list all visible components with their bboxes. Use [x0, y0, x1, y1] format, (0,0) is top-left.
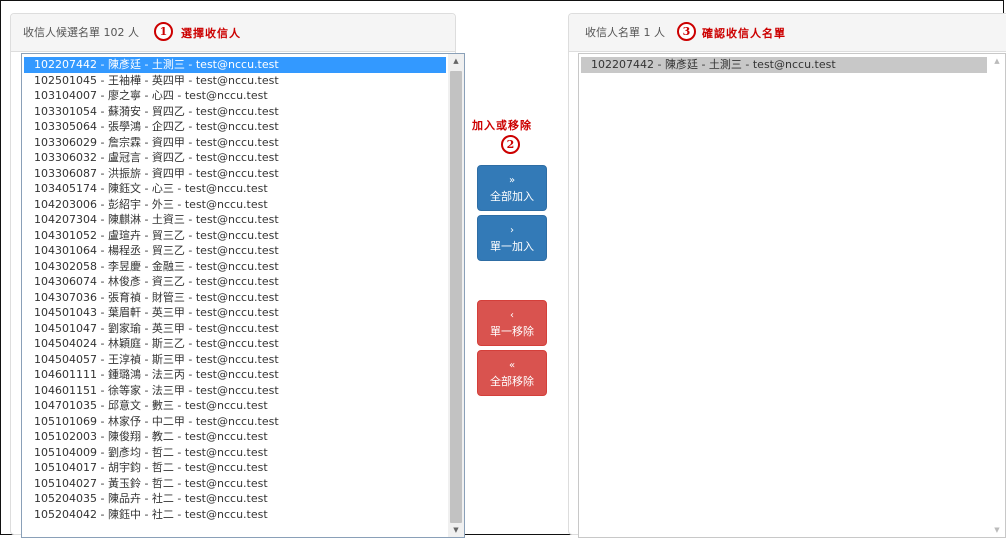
list-item[interactable]: 105204042 - 陳鈺中 - 社二 - test@nccu.test	[24, 507, 446, 523]
list-item[interactable]: 103405174 - 陳鈺文 - 心三 - test@nccu.test	[24, 181, 446, 197]
recipient-panel-header: 收信人名單 1 人 3 確認收信人名單	[569, 14, 1006, 52]
remove-all-label: 全部移除	[490, 375, 534, 388]
list-item[interactable]: 104301064 - 楊程丞 - 貿三乙 - test@nccu.test	[24, 243, 446, 259]
scroll-up-icon[interactable]: ▲	[989, 54, 1005, 68]
list-item[interactable]: 105104017 - 胡宇鈞 - 哲二 - test@nccu.test	[24, 460, 446, 476]
list-item[interactable]: 104302058 - 李昱慶 - 金融三 - test@nccu.test	[24, 259, 446, 275]
list-item[interactable]: 103301054 - 蘇漪安 - 貿四乙 - test@nccu.test	[24, 104, 446, 120]
add-all-label: 全部加入	[490, 190, 534, 203]
list-item[interactable]: 105101069 - 林家伃 - 中二甲 - test@nccu.test	[24, 414, 446, 430]
list-item[interactable]: 104207304 - 陳麒淋 - 土資三 - test@nccu.test	[24, 212, 446, 228]
recipient-count-title: 收信人名單 1 人	[585, 26, 665, 39]
scroll-thumb[interactable]	[450, 71, 462, 523]
list-item[interactable]: 104701035 - 邱意文 - 數三 - test@nccu.test	[24, 398, 446, 414]
list-item[interactable]: 104504057 - 王淳禎 - 斯三甲 - test@nccu.test	[24, 352, 446, 368]
list-item[interactable]: 104301052 - 盧瑄卉 - 貿三乙 - test@nccu.test	[24, 228, 446, 244]
list-item[interactable]: 104203006 - 彭紹宇 - 外三 - test@nccu.test	[24, 197, 446, 213]
candidate-scrollbar[interactable]: ▲ ▼	[448, 54, 464, 537]
list-item[interactable]: 103306087 - 洪振旂 - 資四甲 - test@nccu.test	[24, 166, 446, 182]
scroll-down-icon[interactable]: ▼	[448, 523, 464, 537]
remove-one-label: 單一移除	[490, 325, 534, 338]
chevron-right-icon: ›	[510, 225, 514, 236]
list-item[interactable]: 104501043 - 葉眉軒 - 英三甲 - test@nccu.test	[24, 305, 446, 321]
list-item[interactable]: 105104009 - 劉彥均 - 哲二 - test@nccu.test	[24, 445, 446, 461]
list-item[interactable]: 103306032 - 盧冠言 - 資四乙 - test@nccu.test	[24, 150, 446, 166]
add-one-button[interactable]: › 單一加入	[477, 215, 547, 261]
list-item[interactable]: 102207442 - 陳彥廷 - 土測三 - test@nccu.test	[581, 57, 987, 73]
candidate-panel: 收信人候選名單 102 人 1 選擇收信人 102207442 - 陳彥廷 - …	[10, 13, 465, 538]
list-item[interactable]: 105204035 - 陳品卉 - 社二 - test@nccu.test	[24, 491, 446, 507]
list-item[interactable]: 104504024 - 林穎庭 - 斯三乙 - test@nccu.test	[24, 336, 446, 352]
list-item[interactable]: 103306029 - 詹宗霖 - 資四甲 - test@nccu.test	[24, 135, 446, 151]
list-item[interactable]: 104501047 - 劉家瑜 - 英三甲 - test@nccu.test	[24, 321, 446, 337]
list-item[interactable]: 105102003 - 陳俊翔 - 教二 - test@nccu.test	[24, 429, 446, 445]
add-one-label: 單一加入	[490, 240, 534, 253]
scroll-down-icon[interactable]: ▼	[989, 523, 1005, 537]
list-item[interactable]: 103305064 - 張學鴻 - 企四乙 - test@nccu.test	[24, 119, 446, 135]
list-item[interactable]: 102207442 - 陳彥廷 - 土測三 - test@nccu.test	[24, 57, 446, 73]
list-item[interactable]: 102501045 - 王袖樺 - 英四甲 - test@nccu.test	[24, 73, 446, 89]
scroll-up-icon[interactable]: ▲	[448, 54, 464, 68]
recipient-panel: 收信人名單 1 人 3 確認收信人名單 102207442 - 陳彥廷 - 土測…	[568, 13, 1006, 538]
remove-one-button[interactable]: ‹ 單一移除	[477, 300, 547, 346]
list-item[interactable]: 104601111 - 鍾璐鴻 - 法三丙 - test@nccu.test	[24, 367, 446, 383]
list-item[interactable]: 104307036 - 張育禎 - 財管三 - test@nccu.test	[24, 290, 446, 306]
add-all-button[interactable]: » 全部加入	[477, 165, 547, 211]
recipient-listbox[interactable]: 102207442 - 陳彥廷 - 土測三 - test@nccu.test ▲…	[578, 53, 1006, 538]
recipient-scrollbar[interactable]: ▲ ▼	[989, 54, 1005, 537]
step-3-label: 確認收信人名單	[702, 27, 786, 40]
recipient-list: 102207442 - 陳彥廷 - 土測三 - test@nccu.test	[581, 57, 987, 73]
candidate-list: 102207442 - 陳彥廷 - 土測三 - test@nccu.test 10…	[24, 57, 446, 522]
list-item[interactable]: 104306074 - 林俊彥 - 資三乙 - test@nccu.test	[24, 274, 446, 290]
step-1-label: 選擇收信人	[181, 27, 241, 40]
chevron-left-icon: ‹	[510, 310, 514, 321]
double-chevron-left-icon: «	[508, 360, 516, 371]
step-1-badge: 1	[154, 22, 173, 41]
candidate-listbox[interactable]: 102207442 - 陳彥廷 - 土測三 - test@nccu.test 10…	[21, 53, 465, 538]
step-2-label: 加入或移除	[472, 119, 532, 132]
list-item[interactable]: 105104027 - 黃玉鈴 - 哲二 - test@nccu.test	[24, 476, 446, 492]
list-item[interactable]: 103104007 - 廖之寧 - 心四 - test@nccu.test	[24, 88, 446, 104]
double-chevron-right-icon: »	[508, 175, 516, 186]
remove-all-button[interactable]: « 全部移除	[477, 350, 547, 396]
list-item[interactable]: 104601151 - 徐等家 - 法三甲 - test@nccu.test	[24, 383, 446, 399]
step-3-badge: 3	[677, 22, 696, 41]
candidate-panel-header: 收信人候選名單 102 人 1 選擇收信人	[11, 14, 455, 52]
step-2-badge: 2	[501, 135, 520, 154]
candidate-count-title: 收信人候選名單 102 人	[23, 26, 139, 39]
